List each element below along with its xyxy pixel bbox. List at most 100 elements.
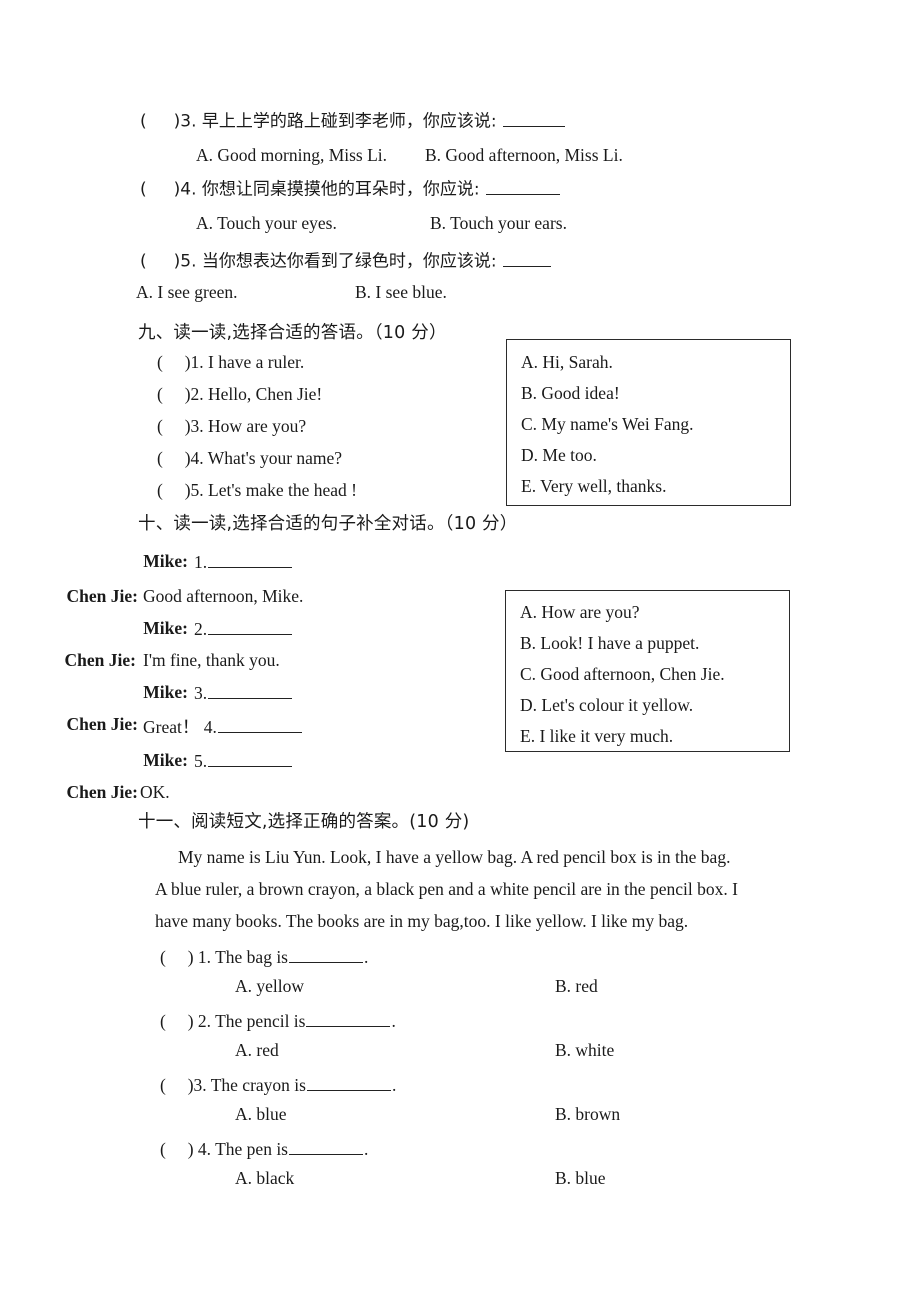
- section-nine-option-a[interactable]: A. Hi, Sarah.: [521, 353, 613, 372]
- dialogue-speaker-2: Chen Jie:: [66, 586, 138, 606]
- reading-blank-2[interactable]: [306, 1010, 391, 1028]
- reading-q2-option-a[interactable]: A. red: [235, 1041, 279, 1060]
- question-4-blank[interactable]: [486, 178, 561, 195]
- question-4-prompt: ( )4. 你想让同桌摸摸他的耳朵时，你应说:: [140, 178, 561, 199]
- section-nine-item-4: ( )4. What's your name?: [157, 448, 343, 468]
- dialogue-number-6: Great！ 4.: [143, 717, 217, 737]
- question-4-text: 你想让同桌摸摸他的耳朵时，你应说:: [201, 179, 480, 200]
- question-3-option-a[interactable]: A. Good morning, Miss Li.: [196, 146, 387, 165]
- dialogue-text-3: 2.: [194, 618, 293, 640]
- answer-bracket[interactable]: (: [157, 384, 185, 404]
- answer-bracket[interactable]: (: [157, 416, 185, 436]
- question-5-number: )5.: [173, 251, 197, 272]
- dialogue-text-8: OK.: [140, 782, 170, 802]
- passage-line-3: have many books. The books are in my bag…: [155, 911, 689, 931]
- reading-question-2-text: ) 2. The pencil is: [187, 1011, 306, 1032]
- dialogue-speaker-5: Mike:: [143, 682, 188, 702]
- dialogue-speaker-3: Mike:: [143, 618, 188, 638]
- dialogue-text-5: 3.: [194, 682, 293, 704]
- section-nine-answer-box: A. Hi, Sarah. B. Good idea! C. My name's…: [506, 339, 791, 506]
- section-nine-item-4-label: )4. What's your name?: [184, 448, 343, 468]
- section-nine-heading: 九、读一读,选择合适的答语。（10 分）: [138, 323, 447, 343]
- dialogue-speaker-8: Chen Jie:: [66, 782, 138, 802]
- dialogue-number-7: 5.: [194, 751, 208, 772]
- section-eleven-heading: 十一、阅读短文,选择正确的答案。(10 分): [138, 812, 470, 832]
- question-5-option-b[interactable]: B. I see blue.: [355, 283, 447, 302]
- section-nine-option-e[interactable]: E. Very well, thanks.: [521, 477, 667, 496]
- section-nine-item-5-label: )5. Let's make the head !: [184, 480, 357, 500]
- section-ten-heading: 十、读一读,选择合适的句子补全对话。（10 分）: [138, 514, 518, 534]
- answer-bracket[interactable]: (: [160, 1075, 188, 1095]
- reading-question-4-text: ) 4. The pen is: [187, 1139, 288, 1160]
- dialogue-blank-3[interactable]: [208, 618, 293, 636]
- answer-bracket[interactable]: (: [160, 1011, 188, 1031]
- answer-bracket[interactable]: (: [140, 112, 174, 132]
- reading-question-3: ( )3. The crayon is.: [160, 1074, 396, 1095]
- question-5-option-a[interactable]: A. I see green.: [136, 283, 238, 302]
- section-ten-option-a[interactable]: A. How are you?: [520, 603, 640, 622]
- dialogue-speaker-4: Chen Jie:: [64, 650, 136, 670]
- reading-q4-option-a[interactable]: A. black: [235, 1169, 294, 1188]
- reading-question-1-text: ) 1. The bag is: [187, 947, 288, 968]
- answer-bracket[interactable]: (: [140, 252, 174, 272]
- dialogue-blank-7[interactable]: [208, 750, 293, 768]
- question-4-option-b[interactable]: B. Touch your ears.: [430, 214, 567, 233]
- question-5-blank[interactable]: [503, 250, 552, 267]
- section-nine-option-b[interactable]: B. Good idea!: [521, 384, 620, 403]
- reading-question-4: ( ) 4. The pen is.: [160, 1138, 368, 1159]
- reading-blank-3[interactable]: [306, 1074, 391, 1092]
- section-ten-option-b[interactable]: B. Look! I have a puppet.: [520, 634, 699, 653]
- question-3-prompt: ( )3. 早上上学的路上碰到李老师，你应该说:: [140, 110, 566, 131]
- section-nine-item-3-label: )3. How are you?: [184, 416, 307, 436]
- reading-q4-option-b[interactable]: B. blue: [555, 1169, 606, 1188]
- question-3-option-b[interactable]: B. Good afternoon, Miss Li.: [425, 146, 623, 165]
- reading-blank-1[interactable]: [289, 946, 363, 964]
- section-nine-item-3: ( )3. How are you?: [157, 416, 307, 436]
- question-5-prompt: ( )5. 当你想表达你看到了绿色时，你应该说:: [140, 250, 552, 271]
- section-ten-option-c[interactable]: C. Good afternoon, Chen Jie.: [520, 665, 725, 684]
- dialogue-speaker-7: Mike:: [143, 750, 188, 770]
- reading-question-4-tail: .: [364, 1139, 369, 1160]
- section-ten-option-e[interactable]: E. I like it very much.: [520, 727, 673, 746]
- reading-q1-option-a[interactable]: A. yellow: [235, 977, 304, 996]
- reading-question-3-text: )3. The crayon is: [187, 1075, 306, 1096]
- section-nine-item-5: ( )5. Let's make the head !: [157, 480, 357, 500]
- dialogue-blank-6[interactable]: [217, 716, 302, 733]
- reading-q2-option-b[interactable]: B. white: [555, 1041, 614, 1060]
- reading-q1-option-b[interactable]: B. red: [555, 977, 598, 996]
- answer-bracket[interactable]: (: [157, 352, 185, 372]
- section-ten-option-d[interactable]: D. Let's colour it yellow.: [520, 696, 693, 715]
- section-nine-option-d[interactable]: D. Me too.: [521, 446, 597, 465]
- dialogue-text-4: I'm fine, thank you.: [143, 650, 280, 670]
- reading-question-1-tail: .: [364, 947, 369, 968]
- dialogue-blank-1[interactable]: [208, 551, 293, 569]
- question-4-option-a[interactable]: A. Touch your eyes.: [196, 214, 337, 233]
- question-3-number: )3.: [173, 111, 197, 132]
- reading-blank-4[interactable]: [289, 1138, 363, 1156]
- answer-bracket[interactable]: (: [157, 480, 185, 500]
- question-3-blank[interactable]: [503, 110, 566, 127]
- question-5-text: 当你想表达你看到了绿色时，你应该说:: [201, 251, 497, 272]
- question-4-number: )4.: [173, 179, 197, 200]
- dialogue-text-7: 5.: [194, 750, 293, 772]
- reading-question-3-tail: .: [391, 1075, 397, 1096]
- section-nine-item-1-label: )1. I have a ruler.: [184, 352, 305, 372]
- dialogue-text-6: Great！ 4.: [143, 714, 303, 739]
- dialogue-text-1: 1.: [194, 551, 293, 573]
- dialogue-number-1: 1.: [194, 552, 208, 573]
- answer-bracket[interactable]: (: [160, 947, 188, 967]
- worksheet-page: ( )3. 早上上学的路上碰到李老师，你应该说: A. Good morning…: [0, 0, 920, 1302]
- dialogue-speaker-1: Mike:: [143, 551, 188, 571]
- dialogue-blank-5[interactable]: [208, 682, 293, 700]
- answer-bracket[interactable]: (: [140, 180, 174, 200]
- section-nine-option-c[interactable]: C. My name's Wei Fang.: [521, 415, 694, 434]
- reading-question-2: ( ) 2. The pencil is.: [160, 1010, 396, 1031]
- section-nine-item-1: ( )1. I have a ruler.: [157, 352, 305, 372]
- answer-bracket[interactable]: (: [160, 1139, 188, 1159]
- dialogue-number-3: 2.: [194, 619, 208, 640]
- reading-question-2-tail: .: [391, 1011, 396, 1032]
- reading-q3-option-b[interactable]: B. brown: [555, 1105, 620, 1124]
- section-nine-item-2: ( )2. Hello, Chen Jie!: [157, 384, 322, 404]
- answer-bracket[interactable]: (: [157, 448, 185, 468]
- reading-q3-option-a[interactable]: A. blue: [235, 1105, 287, 1124]
